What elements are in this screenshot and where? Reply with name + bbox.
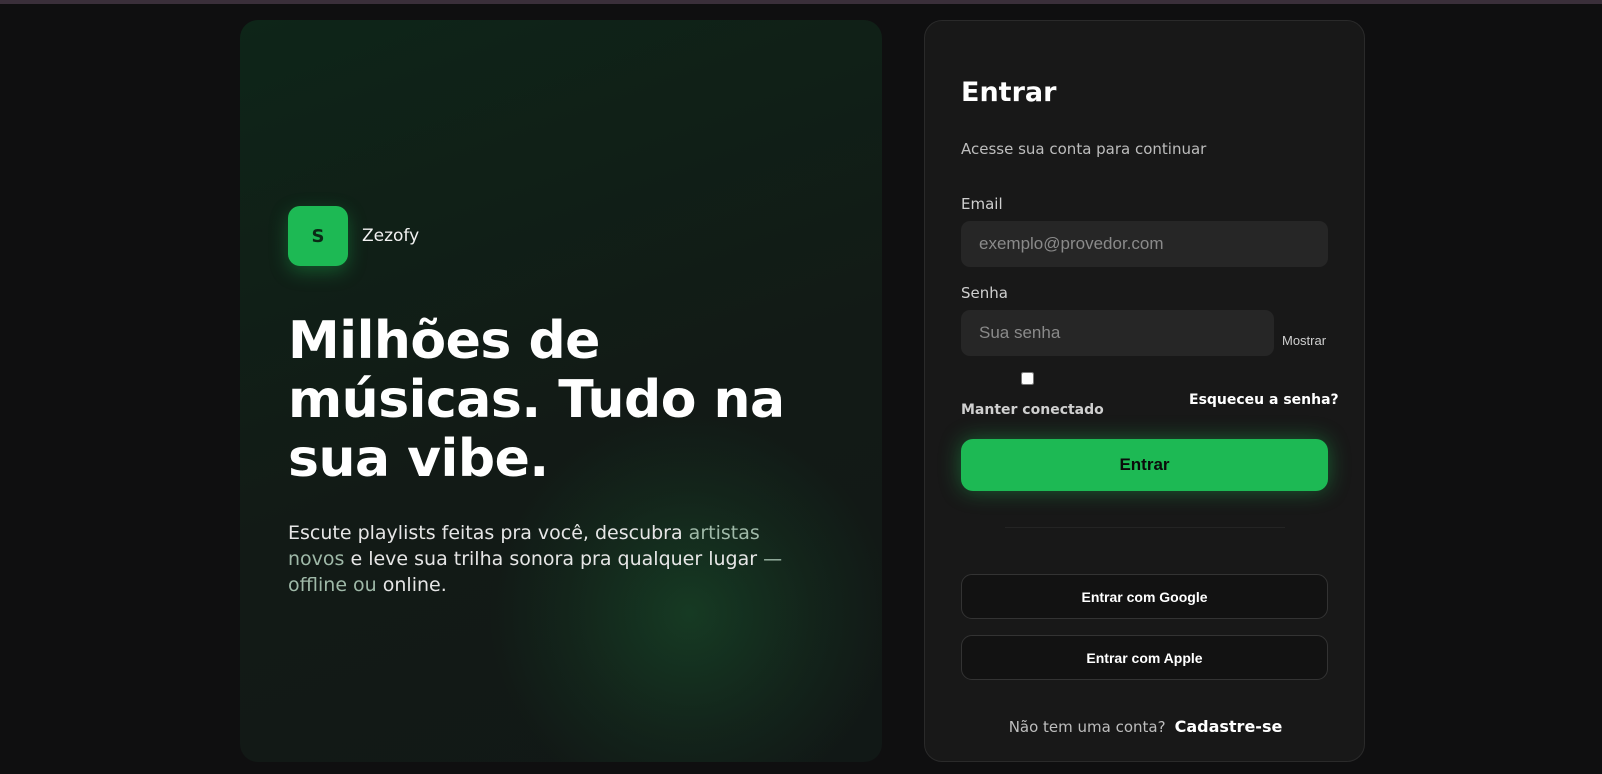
email-field[interactable] xyxy=(961,221,1328,267)
submit-button[interactable]: Entrar xyxy=(961,439,1328,491)
hero-headline: Milhões de músicas. Tudo na sua vibe. xyxy=(288,311,785,489)
forgot-password-link[interactable]: Esqueceu a senha? xyxy=(1189,392,1339,408)
remember-me-checkbox[interactable] xyxy=(1021,372,1034,385)
hero-subtext-part: online. xyxy=(376,574,447,596)
brand: S Zezofy xyxy=(288,206,419,266)
apple-login-button[interactable]: Entrar com Apple xyxy=(961,635,1328,680)
signup-link[interactable]: Cadastre-se xyxy=(1175,717,1283,736)
remember-me-label: Manter conectado xyxy=(961,402,1104,418)
password-label: Senha xyxy=(961,284,1008,302)
top-edge-bar xyxy=(0,0,1602,4)
hero-subtext-part: e leve sua trilha sonora pra qualquer lu… xyxy=(344,548,764,570)
signup-row: Não tem uma conta? Cadastre-se xyxy=(925,717,1366,736)
hero-subtext-part: Escute playlists feitas pra você, descub… xyxy=(288,522,689,544)
login-subtitle: Acesse sua conta para continuar xyxy=(961,140,1207,158)
hero-subtext: Escute playlists feitas pra você, descub… xyxy=(288,520,808,598)
password-field[interactable] xyxy=(961,310,1274,356)
google-login-button[interactable]: Entrar com Google xyxy=(961,574,1328,619)
no-account-text: Não tem uma conta? xyxy=(1008,717,1166,736)
brand-logo: S xyxy=(288,206,348,266)
login-card: Entrar Acesse sua conta para continuar E… xyxy=(924,20,1365,762)
show-password-button[interactable]: Mostrar xyxy=(1282,333,1326,348)
login-title: Entrar xyxy=(961,77,1057,108)
email-label: Email xyxy=(961,195,1003,213)
hero-panel: S Zezofy Milhões de músicas. Tudo na sua… xyxy=(240,20,882,762)
divider xyxy=(1005,527,1285,528)
brand-name: Zezofy xyxy=(362,226,420,246)
